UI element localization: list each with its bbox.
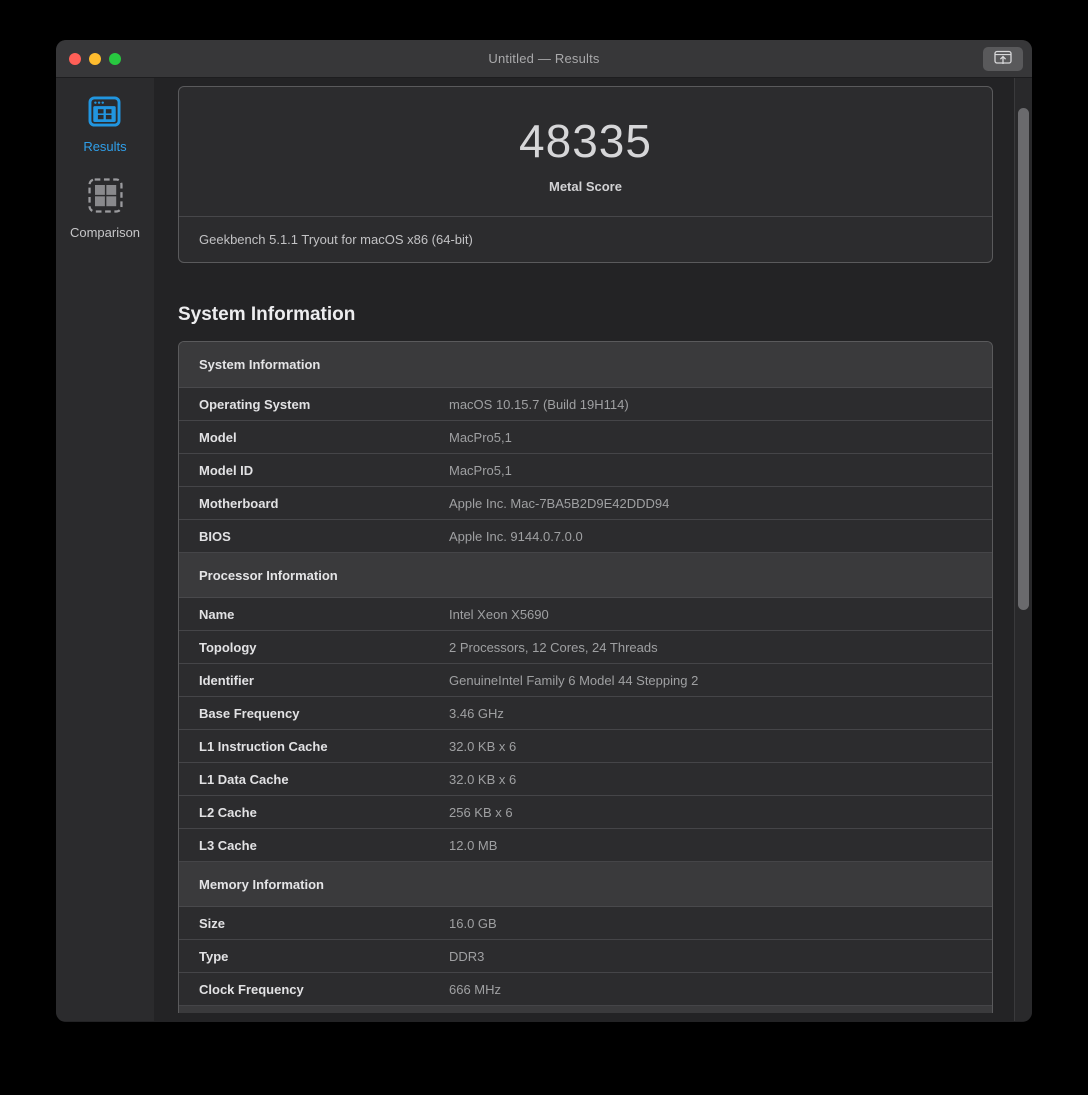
row-value: GenuineIntel Family 6 Model 44 Stepping … xyxy=(449,672,699,688)
scrollbar-track[interactable] xyxy=(1014,78,1032,1021)
row-label: Clock Frequency xyxy=(199,981,304,997)
row-label: L1 Data Cache xyxy=(199,771,289,787)
table-row: Motherboard Apple Inc. Mac-7BA5B2D9E42DDD… xyxy=(179,486,992,519)
score-area: 48335 Metal Score xyxy=(179,87,992,216)
share-button[interactable] xyxy=(983,47,1023,71)
table-row: Topology 2 Processors, 12 Cores, 24 Threa… xyxy=(179,630,992,663)
table-section-header: System Information xyxy=(179,342,992,387)
row-label: Size xyxy=(199,915,226,931)
sidebar-item-label: Results xyxy=(83,139,127,154)
row-value: 32.0 KB x 6 xyxy=(449,771,517,787)
row-value: 3.46 GHz xyxy=(449,705,504,721)
row-label: Motherboard xyxy=(199,495,279,511)
minimize-button[interactable] xyxy=(89,53,101,65)
row-value: Apple Inc. Mac-7BA5B2D9E42DDD94 xyxy=(449,495,670,511)
row-value: 32.0 KB x 6 xyxy=(449,738,517,754)
window-upload-icon xyxy=(994,50,1012,68)
results-window-grid-icon xyxy=(88,96,121,132)
row-value: 2 Processors, 12 Cores, 24 Threads xyxy=(449,639,658,655)
row-value: MacPro5,1 xyxy=(449,429,512,445)
row-label: Topology xyxy=(199,639,257,655)
results-content: 48335 Metal Score Geekbench 5.1.1 Tryout… xyxy=(154,78,1014,1021)
table-row: Operating System macOS 10.15.7 (Build 19H… xyxy=(179,387,992,420)
table-row: Model MacPro5,1 xyxy=(179,420,992,453)
table-row: L1 Instruction Cache 32.0 KB x 6 xyxy=(179,729,992,762)
table-row: Name Intel Xeon X5690 xyxy=(179,597,992,630)
row-value: 256 KB x 6 xyxy=(449,804,513,820)
row-label: L3 Cache xyxy=(199,837,257,853)
row-label: Model ID xyxy=(199,462,254,478)
row-label: Name xyxy=(199,606,235,622)
row-value: DDR3 xyxy=(449,948,485,964)
close-button[interactable] xyxy=(69,53,81,65)
zoom-button[interactable] xyxy=(109,53,121,65)
table-row: Model ID MacPro5,1 xyxy=(179,453,992,486)
row-value: 666 MHz xyxy=(449,981,502,997)
score-card: 48335 Metal Score Geekbench 5.1.1 Tryout… xyxy=(178,86,993,263)
row-label: L2 Cache xyxy=(199,804,257,820)
benchmark-version: Geekbench 5.1.1 Tryout for macOS x86 (64… xyxy=(179,216,992,262)
table-row: L1 Data Cache 32.0 KB x 6 xyxy=(179,762,992,795)
table-row: L3 Cache 12.0 MB xyxy=(179,828,992,861)
table-row: L2 Cache 256 KB x 6 xyxy=(179,795,992,828)
metal-score-label: Metal Score xyxy=(549,179,622,194)
system-information-table: System Information Operating System macOS … xyxy=(178,341,993,1013)
row-value: macOS 10.15.7 (Build 19H114) xyxy=(449,396,629,412)
table-row: Size 16.0 GB xyxy=(179,906,992,939)
sidebar: Results Comparison xyxy=(56,78,154,1021)
row-label: BIOS xyxy=(199,528,231,544)
table-row: Base Frequency 3.46 GHz xyxy=(179,696,992,729)
row-label: Identifier xyxy=(199,672,254,688)
table-row: Type DDR3 xyxy=(179,939,992,972)
row-value: Intel Xeon X5690 xyxy=(449,606,549,622)
row-value: Apple Inc. 9144.0.7.0.0 xyxy=(449,528,583,544)
page-title: System Information xyxy=(178,304,356,325)
table-row: Identifier GenuineIntel Family 6 Model 44… xyxy=(179,663,992,696)
row-label: Model xyxy=(199,429,237,445)
row-value: 12.0 MB xyxy=(449,837,498,853)
row-label: Type xyxy=(199,948,229,964)
titlebar: Untitled — Results xyxy=(56,40,1032,78)
traffic-lights xyxy=(69,53,121,65)
sidebar-item-label: Comparison xyxy=(69,225,141,240)
sidebar-item-comparison[interactable]: Comparison xyxy=(70,178,140,240)
row-label: Operating System xyxy=(199,396,311,412)
metal-score-value: 48335 xyxy=(519,115,652,167)
table-section-header: Memory Information xyxy=(179,861,992,906)
app-window: Untitled — Results Results Comparison 48… xyxy=(56,40,1032,1022)
window-title: Untitled — Results xyxy=(488,51,600,66)
table-section-header: Processor Information xyxy=(179,552,992,597)
comparison-grid-icon xyxy=(87,178,123,218)
sidebar-item-results[interactable]: Results xyxy=(83,96,127,154)
scrollbar-thumb[interactable] xyxy=(1018,108,1029,610)
row-label: Base Frequency xyxy=(199,705,300,721)
row-label: L1 Instruction Cache xyxy=(199,738,328,754)
table-row: BIOS Apple Inc. 9144.0.7.0.0 xyxy=(179,519,992,552)
table-row: Clock Frequency 666 MHz xyxy=(179,972,992,1005)
row-value: MacPro5,1 xyxy=(449,462,512,478)
table-section-header-partial xyxy=(179,1005,992,1013)
row-value: 16.0 GB xyxy=(449,915,497,931)
